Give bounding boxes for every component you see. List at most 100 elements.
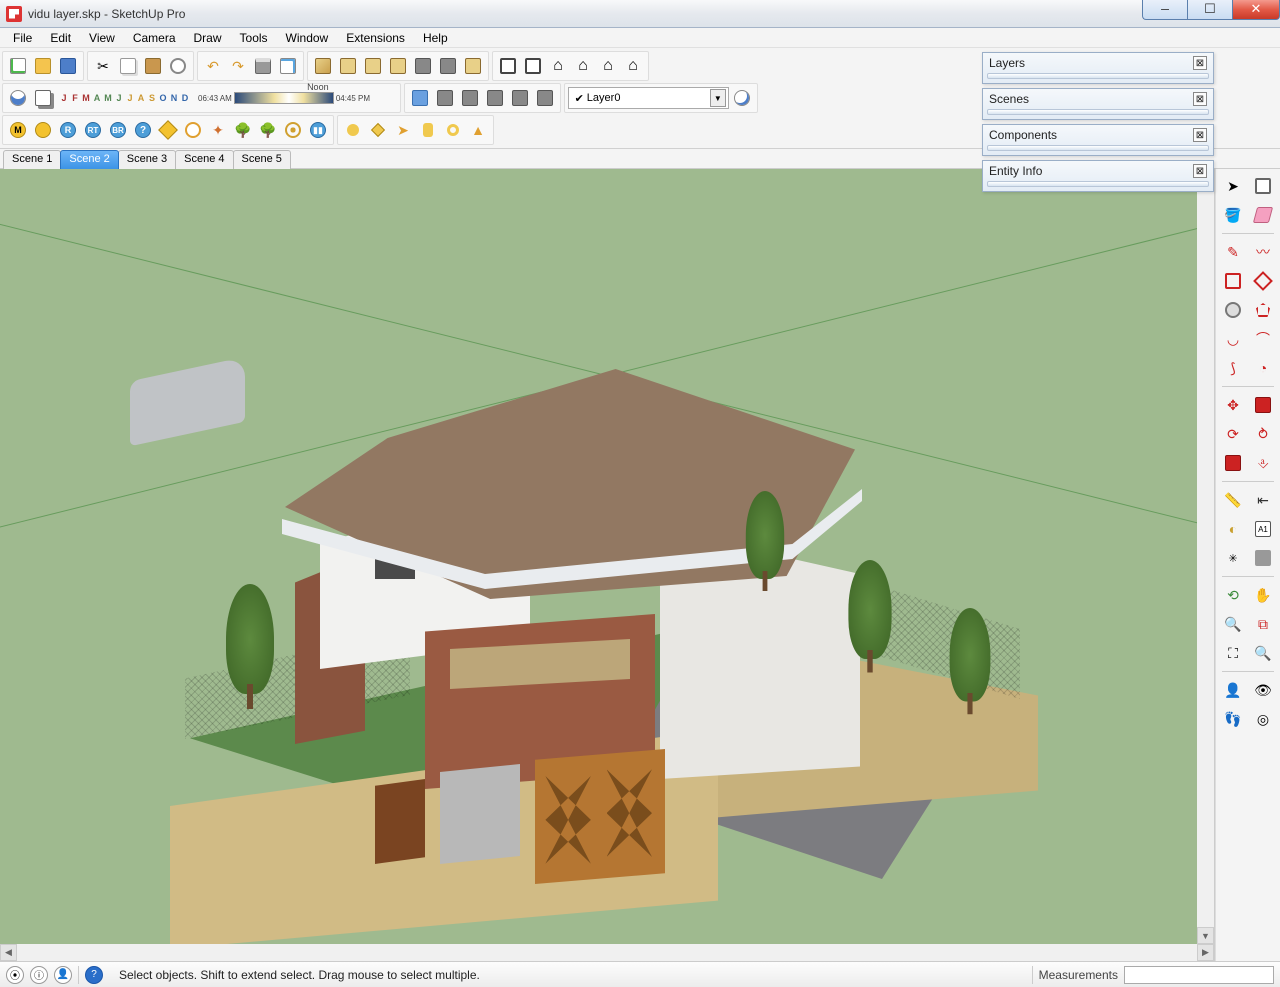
tree-icon-2[interactable]: 🌳 [256,118,280,142]
components-panel[interactable]: Components⊠ [982,124,1214,156]
component-options-icon[interactable] [521,54,545,78]
menu-view[interactable]: View [80,29,124,47]
torus-icon[interactable] [441,118,465,142]
arc-tool-icon[interactable]: ◡ [1220,326,1246,352]
scenes-panel[interactable]: Scenes⊠ [982,88,1214,120]
model-info-icon[interactable] [276,54,300,78]
o-button[interactable] [31,118,55,142]
menu-edit[interactable]: Edit [41,29,80,47]
zoom-tool-icon[interactable]: 🔍 [1220,611,1246,637]
iso-view-icon[interactable] [311,54,335,78]
open-file-icon[interactable] [31,54,55,78]
line-tool-icon[interactable]: ✎ [1220,239,1246,265]
rotated-rect-icon[interactable] [1250,268,1276,294]
tape-measure-icon[interactable]: 📏 [1220,487,1246,513]
panel-close-icon[interactable]: ⊠ [1193,128,1207,142]
layers-panel[interactable]: Layers⊠ [982,52,1214,84]
help-icon[interactable]: ? [85,966,103,984]
push-pull-icon[interactable] [1250,392,1276,418]
credits-icon[interactable]: ⓘ [30,966,48,984]
geo-location-icon[interactable]: ⦿ [6,966,24,984]
orbit-tool-icon[interactable]: ⟲ [1220,582,1246,608]
menu-file[interactable]: File [4,29,41,47]
delete-icon[interactable] [166,54,190,78]
two-point-arc-icon[interactable]: ⌒ [1250,326,1276,352]
menu-draw[interactable]: Draw [185,29,231,47]
tag-icon[interactable] [156,118,180,142]
subtract-icon[interactable] [483,86,507,110]
scene-tab-2[interactable]: Scene 2 [60,150,118,169]
dimension-tool-icon[interactable]: ⇤ [1250,487,1276,513]
profile-icon[interactable]: 👤 [54,966,72,984]
paste-icon[interactable] [141,54,165,78]
print-icon[interactable] [251,54,275,78]
text-tool-icon[interactable]: A1 [1250,516,1276,542]
protractor-icon[interactable]: ◐ [1220,516,1246,542]
walk-tool-icon[interactable]: 👣 [1220,706,1246,732]
right-view-icon[interactable] [386,54,410,78]
zoom-extents-icon[interactable]: ⛶ [1220,640,1246,666]
rectangle-tool-icon[interactable] [1220,268,1246,294]
layer-manager-icon[interactable] [730,86,754,110]
back-view-icon[interactable] [411,54,435,78]
polygon-tool-icon[interactable] [1250,297,1276,323]
menu-extensions[interactable]: Extensions [337,29,414,47]
horizontal-scrollbar[interactable]: ◀▶ [0,944,1214,961]
circle-tool-icon[interactable] [1220,297,1246,323]
intersect-icon[interactable] [433,86,457,110]
minimize-button[interactable]: — [1142,0,1187,20]
section-plane-icon[interactable]: ◎ [1250,706,1276,732]
zoom-window-icon[interactable]: ⧉ [1250,611,1276,637]
panel-close-icon[interactable]: ⊠ [1193,92,1207,106]
look-around-icon[interactable]: 👁 [1250,677,1276,703]
cursor-icon[interactable]: ➤ [391,118,415,142]
menu-camera[interactable]: Camera [124,29,185,47]
sun-icon[interactable] [181,118,205,142]
pause-icon[interactable]: ▮▮ [306,118,330,142]
plane-icon[interactable] [366,118,390,142]
three-point-arc-icon[interactable]: ⟆ [1220,355,1246,381]
top-view-icon[interactable] [336,54,360,78]
tree-icon-1[interactable]: 🌳 [231,118,255,142]
panel-close-icon[interactable]: ⊠ [1193,164,1207,178]
layer-current-input[interactable] [587,92,707,104]
house-icon-4[interactable]: ⌂ [621,54,645,78]
make-component-tool-icon[interactable] [1250,173,1276,199]
house-icon-2[interactable]: ⌂ [571,54,595,78]
scene-tab-3[interactable]: Scene 3 [118,150,176,169]
sparkle-icon[interactable]: ✦ [206,118,230,142]
3d-viewport[interactable]: ▲▼ ◀▶ [0,169,1215,961]
front-view-icon[interactable] [361,54,385,78]
scene-tab-1[interactable]: Scene 1 [3,150,61,169]
sphere-icon[interactable] [341,118,365,142]
entity-info-panel[interactable]: Entity Info⊠ [982,160,1214,192]
rt-button[interactable]: RT [81,118,105,142]
undo-icon[interactable]: ↶ [201,54,225,78]
eraser-icon[interactable] [1250,202,1276,228]
outer-shell-icon[interactable] [408,86,432,110]
pan-tool-icon[interactable]: ✋ [1250,582,1276,608]
br-button[interactable]: BR [106,118,130,142]
select-tool-icon[interactable]: ➤ [1220,173,1246,199]
time-slider[interactable]: 06:43 AM 04:45 PM [194,87,374,109]
cylinder-icon[interactable] [416,118,440,142]
month-slider[interactable]: JFM AMJ JAS OND [56,93,193,103]
freehand-tool-icon[interactable]: 〰 [1250,239,1276,265]
union-icon[interactable] [458,86,482,110]
move-tool-icon[interactable]: ✥ [1220,392,1246,418]
bottom-view-icon[interactable] [461,54,485,78]
vertical-scrollbar[interactable]: ▲▼ [1197,169,1214,944]
split-icon[interactable] [533,86,557,110]
dropdown-arrow-icon[interactable]: ▼ [710,89,726,107]
scale-tool-icon[interactable] [1220,450,1246,476]
trim-icon[interactable] [508,86,532,110]
panel-close-icon[interactable]: ⊠ [1193,56,1207,70]
close-button[interactable]: ✕ [1232,0,1280,20]
offset-tool-icon[interactable]: ⎀ [1250,450,1276,476]
menu-window[interactable]: Window [277,29,338,47]
redo-icon[interactable]: ↷ [226,54,250,78]
menu-help[interactable]: Help [414,29,457,47]
house-icon-1[interactable]: ⌂ [546,54,570,78]
cone-icon[interactable]: ▲ [466,118,490,142]
3d-text-icon[interactable] [1250,545,1276,571]
